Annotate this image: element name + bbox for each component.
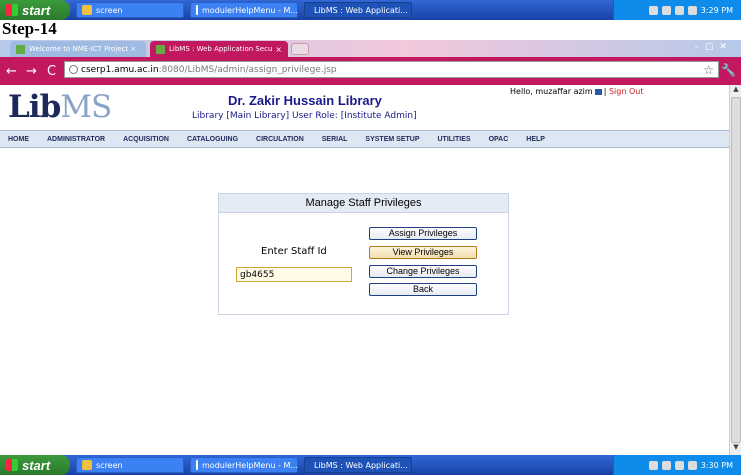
- network-tray-icon[interactable]: [661, 460, 671, 470]
- back-button[interactable]: Back: [369, 283, 477, 296]
- taskbar-item-libms[interactable]: LibMS : Web Applicati...: [304, 2, 412, 18]
- user-greeting: Hello, muzaffar azim | Sign Out: [510, 87, 644, 96]
- taskbar-item-screen[interactable]: screen: [76, 2, 184, 18]
- change-privileges-button[interactable]: Change Privileges: [369, 265, 477, 278]
- url-host: cserp1.amu.ac.in: [81, 64, 159, 75]
- menu-acquisition[interactable]: ACQUISITION: [123, 136, 169, 143]
- folder-icon: [82, 5, 92, 15]
- browser-toolbar: ← → C cserp1.amu.ac.in:8080/LibMS/admin/…: [0, 57, 741, 85]
- view-privileges-button[interactable]: View Privileges: [369, 246, 477, 259]
- taskbar-item-label: modulerHelpMenu - M...: [202, 460, 298, 470]
- security-tray-icon[interactable]: [674, 460, 684, 470]
- scroll-thumb[interactable]: [731, 97, 741, 443]
- menu-help[interactable]: HELP: [526, 136, 545, 143]
- reload-icon[interactable]: C: [43, 64, 60, 79]
- browser-tabstrip: Welcome to NME-ICT Project × LibMS : Web…: [0, 40, 741, 57]
- step-label: Step-14: [2, 19, 57, 38]
- address-bar[interactable]: cserp1.amu.ac.in:8080/LibMS/admin/assign…: [64, 61, 719, 78]
- sign-out-link[interactable]: Sign Out: [609, 87, 644, 96]
- menu-utilities[interactable]: UTILITIES: [438, 136, 471, 143]
- help-tray-icon[interactable]: [648, 5, 658, 15]
- hello-text: Hello, muzaffar azim: [510, 87, 593, 96]
- system-tray: 3:29 PM: [613, 0, 741, 20]
- libms-logo: LibMS: [8, 89, 112, 125]
- tab-close-icon[interactable]: ×: [275, 45, 282, 54]
- taskbar-item-label: LibMS : Web Applicati...: [314, 5, 408, 15]
- windows-flag-icon: [6, 4, 18, 16]
- bookmark-star-icon[interactable]: ☆: [703, 63, 714, 77]
- vertical-scrollbar[interactable]: ▲ ▼: [729, 85, 741, 455]
- page-content: LibMS Dr. Zakir Hussain Library Library …: [0, 85, 729, 455]
- clock: 3:30 PM: [700, 460, 733, 470]
- mail-icon[interactable]: [594, 88, 602, 95]
- url-path: :8080/LibMS/admin/assign_privilege.jsp: [158, 64, 337, 75]
- assign-privileges-button[interactable]: Assign Privileges: [369, 227, 477, 240]
- menu-administrator[interactable]: ADMINISTRATOR: [47, 136, 105, 143]
- clock: 3:29 PM: [700, 5, 733, 15]
- start-button[interactable]: start: [0, 0, 70, 20]
- taskbar-top: start screen modulerHelpMenu - M... LibM…: [0, 0, 741, 20]
- taskbar-item-screen[interactable]: screen: [76, 457, 184, 473]
- windows-flag-icon: [6, 459, 18, 471]
- globe-icon: [69, 65, 78, 74]
- folder-icon: [82, 460, 92, 470]
- manage-staff-privileges-panel: Manage Staff Privileges Enter Staff Id A…: [218, 193, 509, 315]
- tab-nme-ict[interactable]: Welcome to NME-ICT Project ×: [10, 41, 146, 57]
- wrench-icon[interactable]: 🔧: [721, 63, 736, 77]
- taskbar-item-helpmenu[interactable]: modulerHelpMenu - M...: [190, 2, 298, 18]
- forward-arrow-icon[interactable]: →: [23, 64, 40, 79]
- system-tray: 3:30 PM: [613, 455, 741, 475]
- tab-libms[interactable]: LibMS : Web Application Secu ×: [150, 41, 288, 57]
- network-tray-icon[interactable]: [661, 5, 671, 15]
- logo-text: Lib: [8, 89, 61, 125]
- taskbar-item-helpmenu[interactable]: modulerHelpMenu - M...: [190, 457, 298, 473]
- taskbar-bottom: start screen modulerHelpMenu - M... LibM…: [0, 455, 741, 475]
- window-controls[interactable]: –▢✕: [694, 42, 733, 52]
- new-tab-button[interactable]: [291, 43, 309, 55]
- main-menu: HOME ADMINISTRATOR ACQUISITION CATALOGUI…: [0, 130, 729, 148]
- scroll-up-icon[interactable]: ▲: [730, 85, 741, 97]
- library-subtitle: Library [Main Library] User Role: [Insti…: [192, 111, 417, 121]
- menu-system-setup[interactable]: SYSTEM SETUP: [365, 136, 419, 143]
- taskbar-item-libms[interactable]: LibMS : Web Applicati...: [304, 457, 412, 473]
- taskbar-item-label: modulerHelpMenu - M...: [202, 5, 298, 15]
- taskbar-item-label: screen: [96, 460, 123, 470]
- help-tray-icon[interactable]: [648, 460, 658, 470]
- volume-tray-icon[interactable]: [687, 5, 697, 15]
- back-arrow-icon[interactable]: ←: [3, 64, 20, 79]
- menu-circulation[interactable]: CIRCULATION: [256, 136, 304, 143]
- staff-id-label: Enter Staff Id: [261, 246, 327, 257]
- favicon-icon: [156, 44, 165, 54]
- favicon-icon: [16, 44, 25, 54]
- panel-title: Manage Staff Privileges: [219, 194, 508, 213]
- logo-ms-text: MS: [60, 89, 112, 125]
- tab-label: LibMS : Web Application Secu: [169, 45, 273, 53]
- staff-id-input[interactable]: [236, 267, 352, 282]
- security-tray-icon[interactable]: [674, 5, 684, 15]
- menu-home[interactable]: HOME: [8, 136, 29, 143]
- menu-opac[interactable]: OPAC: [489, 136, 509, 143]
- tab-label: Welcome to NME-ICT Project ×: [29, 45, 137, 53]
- word-doc-icon: [196, 460, 198, 470]
- taskbar-item-label: screen: [96, 5, 123, 15]
- start-label: start: [22, 457, 51, 473]
- start-button[interactable]: start: [0, 455, 70, 475]
- menu-cataloguing[interactable]: CATALOGUING: [187, 136, 238, 143]
- start-label: start: [22, 2, 51, 18]
- library-title: Dr. Zakir Hussain Library: [228, 93, 382, 108]
- volume-tray-icon[interactable]: [687, 460, 697, 470]
- menu-serial[interactable]: SERIAL: [322, 136, 348, 143]
- scroll-down-icon[interactable]: ▼: [730, 443, 741, 455]
- word-doc-icon: [196, 5, 198, 15]
- taskbar-item-label: LibMS : Web Applicati...: [314, 460, 408, 470]
